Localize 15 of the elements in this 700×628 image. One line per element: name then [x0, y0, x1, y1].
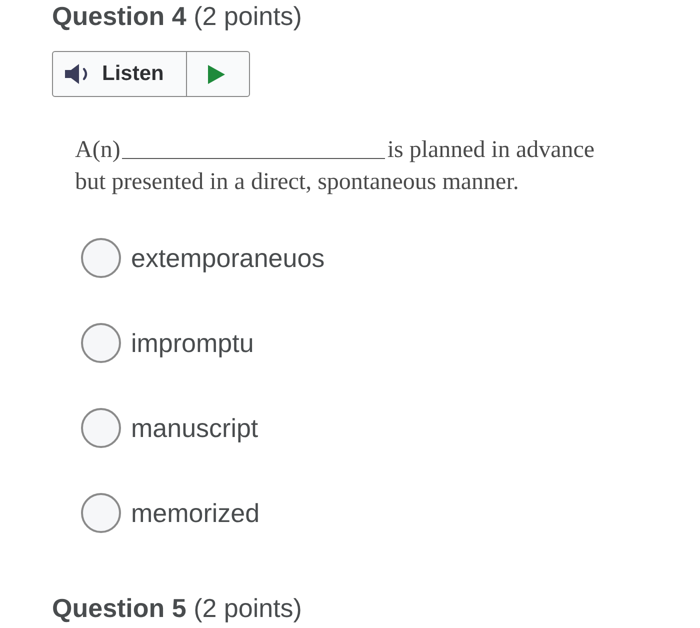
- question-text: is planned in advance: [387, 137, 595, 163]
- question-title: Question 5 (2 points): [52, 593, 302, 623]
- question-text: A(n): [75, 137, 120, 163]
- play-icon: [208, 64, 225, 84]
- listen-button[interactable]: Listen: [53, 52, 186, 96]
- option-label[interactable]: impromptu: [131, 327, 254, 359]
- radio-button[interactable]: [81, 408, 121, 448]
- option-label[interactable]: memorized: [131, 497, 260, 529]
- radio-button[interactable]: [81, 238, 121, 278]
- radio-button[interactable]: [81, 493, 121, 533]
- question-text: but presented in a direct, spontaneous manner.: [75, 169, 519, 195]
- radio-button[interactable]: [81, 323, 121, 363]
- question-title: Question 4 (2 points): [52, 0, 302, 32]
- option-label[interactable]: extemporaneuos: [131, 242, 325, 274]
- option-label[interactable]: manuscript: [131, 412, 258, 444]
